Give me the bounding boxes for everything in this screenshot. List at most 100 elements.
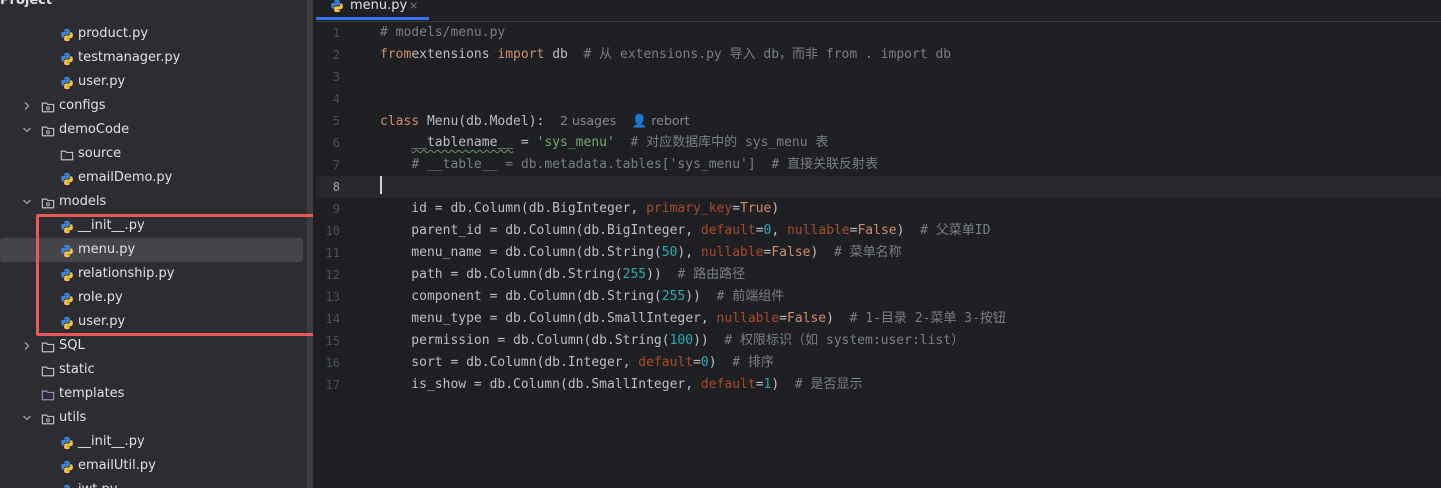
code-text: id = db.Column(db.BigInteger, primary_ke…: [380, 198, 779, 220]
tree-item-source[interactable]: source: [0, 142, 303, 166]
tree-item-relationship-py[interactable]: relationship.py: [0, 262, 303, 286]
tree-item-jwt-py[interactable]: jwt.py: [0, 478, 303, 488]
code-line[interactable]: 5 class Menu(db.Model): 2 usages 👤 rebort: [316, 110, 1441, 132]
code-token: False: [771, 245, 811, 260]
project-tool-window: Project product.py testmanager.py user.py c…: [0, 0, 313, 488]
code-line[interactable]: 12 path = db.Column(db.String(255)) # 路由…: [316, 264, 1441, 286]
code-token: # 对应数据库中的 sys_menu 表: [630, 135, 829, 150]
tree-item-label: demoCode: [59, 122, 130, 137]
line-number: 7: [332, 158, 340, 172]
code-line[interactable]: 14 menu_type = db.Column(db.SmallInteger…: [316, 308, 1441, 330]
code-token: nullable: [700, 245, 764, 260]
tree-item-models[interactable]: models: [0, 190, 303, 214]
folder-icon: [41, 339, 55, 353]
tree-item-role-py[interactable]: role.py: [0, 286, 303, 310]
code-line[interactable]: 16 sort = db.Column(db.Integer, default=…: [316, 352, 1441, 374]
chevron-right-icon[interactable]: [21, 334, 33, 358]
tree-item-configs[interactable]: configs: [0, 94, 303, 118]
inlay-hint[interactable]: 👤 rebort: [632, 113, 690, 128]
code-token: True: [740, 201, 772, 216]
code-text: # models/menu.py: [380, 22, 505, 44]
code-area[interactable]: 1 # models/menu.py 2 fromextensions import …: [316, 22, 1441, 488]
code-token: extensions: [411, 47, 498, 62]
code-line[interactable]: 7 # __table__ = db.metadata.tables['sys_…: [316, 154, 1441, 176]
tree-item-user-py[interactable]: user.py: [0, 310, 303, 334]
tree-item-label: utils: [59, 410, 87, 425]
editor-tab-bar: menu.py ×: [316, 0, 1441, 22]
code-token: default: [700, 377, 756, 392]
code-token: # 1-目录 2-菜单 3-按钮: [849, 311, 1006, 326]
code-line[interactable]: 13 component = db.Column(db.String(255))…: [316, 286, 1441, 308]
tree-item-label: jwt.py: [78, 478, 117, 488]
tree-item-emaildemo-py[interactable]: emailDemo.py: [0, 166, 303, 190]
code-line[interactable]: 17 is_show = db.Column(db.SmallInteger, …: [316, 374, 1441, 396]
python-file-icon: [60, 435, 74, 450]
code-token: ,: [771, 223, 788, 238]
code-text: # __table__ = db.metadata.tables['sys_me…: [380, 154, 878, 176]
tree-item-label: models: [59, 194, 107, 209]
tree-item-product-py[interactable]: product.py: [0, 22, 303, 46]
python-file-icon: [60, 267, 74, 282]
tree-item-utils[interactable]: utils: [0, 406, 303, 430]
tree-item-testmanager-py[interactable]: testmanager.py: [0, 46, 303, 70]
code-text: menu_type = db.Column(db.SmallInteger, n…: [380, 308, 1006, 330]
chevron-down-icon[interactable]: [21, 406, 33, 430]
python-file-icon: [331, 0, 343, 13]
package-folder-icon: [41, 195, 55, 209]
python-file-icon: [60, 219, 74, 234]
tree-item-static[interactable]: static: [0, 358, 303, 382]
tree-item-init-py[interactable]: __init__.py: [0, 430, 303, 454]
code-token: # 父菜单ID: [920, 223, 991, 238]
tree-item-user-py[interactable]: user.py: [0, 70, 303, 94]
python-file-icon: [60, 75, 74, 90]
code-token: ),: [677, 245, 701, 260]
tree-item-init-py[interactable]: __init__.py: [0, 214, 303, 238]
tree-item-democode[interactable]: demoCode: [0, 118, 303, 142]
tab-label: menu.py: [350, 0, 408, 13]
tree-item-templates[interactable]: templates: [0, 382, 303, 406]
code-token: 0: [700, 355, 709, 370]
code-token: ): [708, 355, 733, 370]
chevron-down-icon[interactable]: [21, 190, 33, 214]
code-line[interactable]: 10 parent_id = db.Column(db.BigInteger, …: [316, 220, 1441, 242]
chevron-right-icon[interactable]: [21, 94, 33, 118]
project-panel-title[interactable]: Project: [0, 0, 52, 11]
code-line[interactable]: 8: [316, 176, 1441, 198]
line-number: 9: [332, 202, 340, 216]
python-file-icon: [60, 459, 74, 474]
code-line[interactable]: 4: [316, 88, 1441, 110]
code-token: ): [771, 377, 795, 392]
code-token: id = db.Column(db.BigInteger,: [380, 201, 647, 216]
tab-close-icon[interactable]: ×: [409, 0, 418, 14]
code-line[interactable]: 3: [316, 66, 1441, 88]
code-line[interactable]: 11 menu_name = db.Column(db.String(50), …: [316, 242, 1441, 264]
line-number: 4: [332, 92, 340, 106]
tree-item-label: static: [59, 362, 95, 377]
inlay-hint[interactable]: 2 usages: [560, 113, 616, 128]
code-token: default: [638, 355, 694, 370]
text-caret: [380, 176, 382, 194]
code-token: 255: [661, 289, 686, 304]
code-line[interactable]: 9 id = db.Column(db.BigInteger, primary_…: [316, 198, 1441, 220]
code-line[interactable]: 2 fromextensions import db # 从 extensions…: [316, 44, 1441, 66]
code-token: )): [693, 333, 725, 348]
tree-item-emailutil-py[interactable]: emailUtil.py: [0, 454, 303, 478]
project-scrollbar[interactable]: [307, 0, 313, 488]
code-line[interactable]: 15 permission = db.Column(db.String(100)…: [316, 330, 1441, 352]
python-file-icon: [60, 243, 74, 258]
chevron-down-icon[interactable]: [21, 118, 33, 142]
tree-item-label: user.py: [78, 74, 126, 89]
tree-item-menu-py[interactable]: menu.py: [0, 238, 303, 262]
code-token: permission = db.Column(db.String(: [380, 333, 670, 348]
code-token: =: [732, 201, 741, 216]
python-file-icon: [60, 171, 74, 186]
tab-menu-py[interactable]: menu.py ×: [316, 0, 429, 20]
line-number: 14: [325, 312, 340, 326]
tree-item-sql[interactable]: SQL: [0, 334, 303, 358]
code-line[interactable]: 6 __tablename__ = 'sys_menu' # 对应数据库中的 s…: [316, 132, 1441, 154]
templates-folder-icon: [41, 387, 55, 401]
code-line[interactable]: 1 # models/menu.py: [316, 22, 1441, 44]
